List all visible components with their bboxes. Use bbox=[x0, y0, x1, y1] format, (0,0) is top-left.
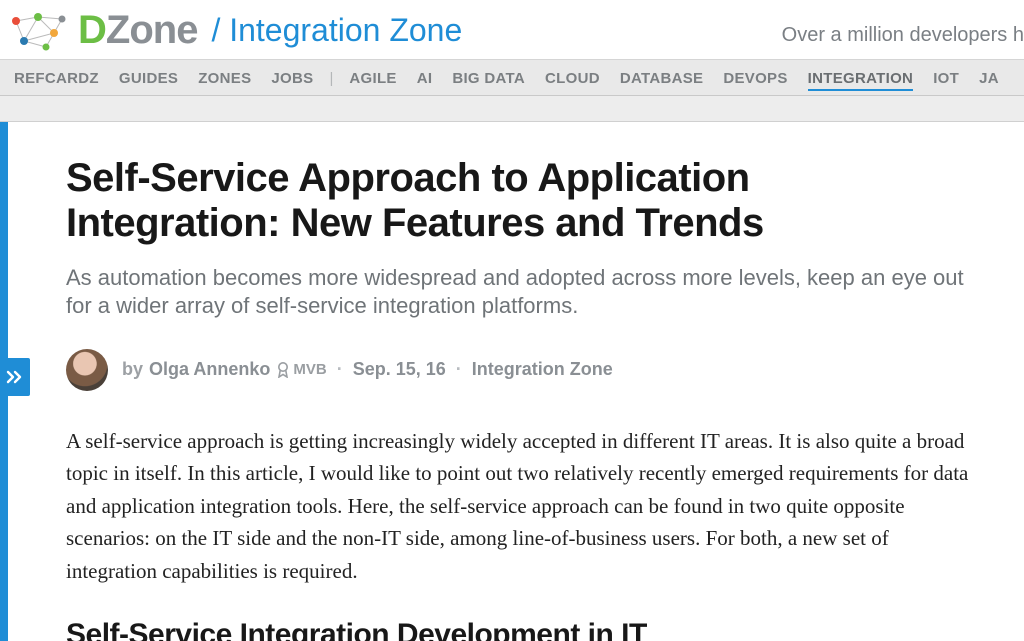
nav-item-agile[interactable]: AGILE bbox=[349, 70, 396, 87]
zone-link[interactable]: Integration Zone bbox=[472, 359, 613, 380]
author-avatar[interactable] bbox=[66, 349, 108, 391]
nav-item-ja[interactable]: JA bbox=[979, 70, 999, 87]
sub-nav-strip bbox=[0, 96, 1024, 122]
nav-item-refcardz[interactable]: REFCARDZ bbox=[14, 70, 99, 87]
byline-separator: · bbox=[337, 359, 343, 380]
expand-handle[interactable] bbox=[0, 358, 30, 396]
mvb-label: MVB bbox=[293, 361, 326, 378]
ribbon-icon bbox=[276, 362, 290, 378]
nav-divider: | bbox=[329, 70, 333, 87]
author-link[interactable]: Olga Annenko bbox=[149, 359, 270, 380]
breadcrumb[interactable]: / Integration Zone bbox=[211, 12, 462, 49]
by-label: by bbox=[122, 359, 143, 380]
article-subtitle: As automation becomes more widespread an… bbox=[66, 264, 974, 321]
logo-text: DZone bbox=[78, 8, 197, 53]
nav-item-integration[interactable]: INTEGRATION bbox=[808, 70, 914, 91]
nav-item-big-data[interactable]: BIG DATA bbox=[452, 70, 525, 87]
article-title: Self-Service Approach to Application Int… bbox=[66, 156, 974, 246]
byline: by Olga Annenko MVB · Sep. 15, 16 · Inte… bbox=[66, 349, 974, 391]
nav-item-devops[interactable]: DEVOPS bbox=[723, 70, 787, 87]
site-logo[interactable]: DZone bbox=[10, 8, 197, 53]
article: Self-Service Approach to Application Int… bbox=[0, 122, 1024, 641]
nav-item-ai[interactable]: AI bbox=[417, 70, 433, 87]
publish-date: Sep. 15, 16 bbox=[353, 359, 446, 380]
nav-item-cloud[interactable]: CLOUD bbox=[545, 70, 600, 87]
top-nav: REFCARDZ GUIDES ZONES JOBS | AGILE AI BIG DAT… bbox=[0, 59, 1024, 96]
logo-graph-icon bbox=[10, 11, 68, 51]
section-heading: Self-Service Integration Development in … bbox=[66, 618, 974, 641]
mvb-badge: MVB bbox=[276, 361, 326, 378]
nav-item-iot[interactable]: IOT bbox=[933, 70, 959, 87]
logo-letter-zone: Zone bbox=[106, 8, 198, 53]
chevron-double-right-icon bbox=[6, 370, 24, 384]
logo-letter-d: D bbox=[78, 8, 106, 53]
nav-item-zones[interactable]: ZONES bbox=[198, 70, 251, 87]
tagline: Over a million developers h bbox=[752, 24, 1024, 47]
nav-item-database[interactable]: DATABASE bbox=[620, 70, 704, 87]
nav-item-guides[interactable]: GUIDES bbox=[119, 70, 178, 87]
header: DZone / Integration Zone Over a million … bbox=[0, 0, 1024, 59]
nav-item-jobs[interactable]: JOBS bbox=[271, 70, 313, 87]
article-paragraph: A self-service approach is getting incre… bbox=[66, 425, 974, 588]
byline-separator: · bbox=[456, 359, 462, 380]
